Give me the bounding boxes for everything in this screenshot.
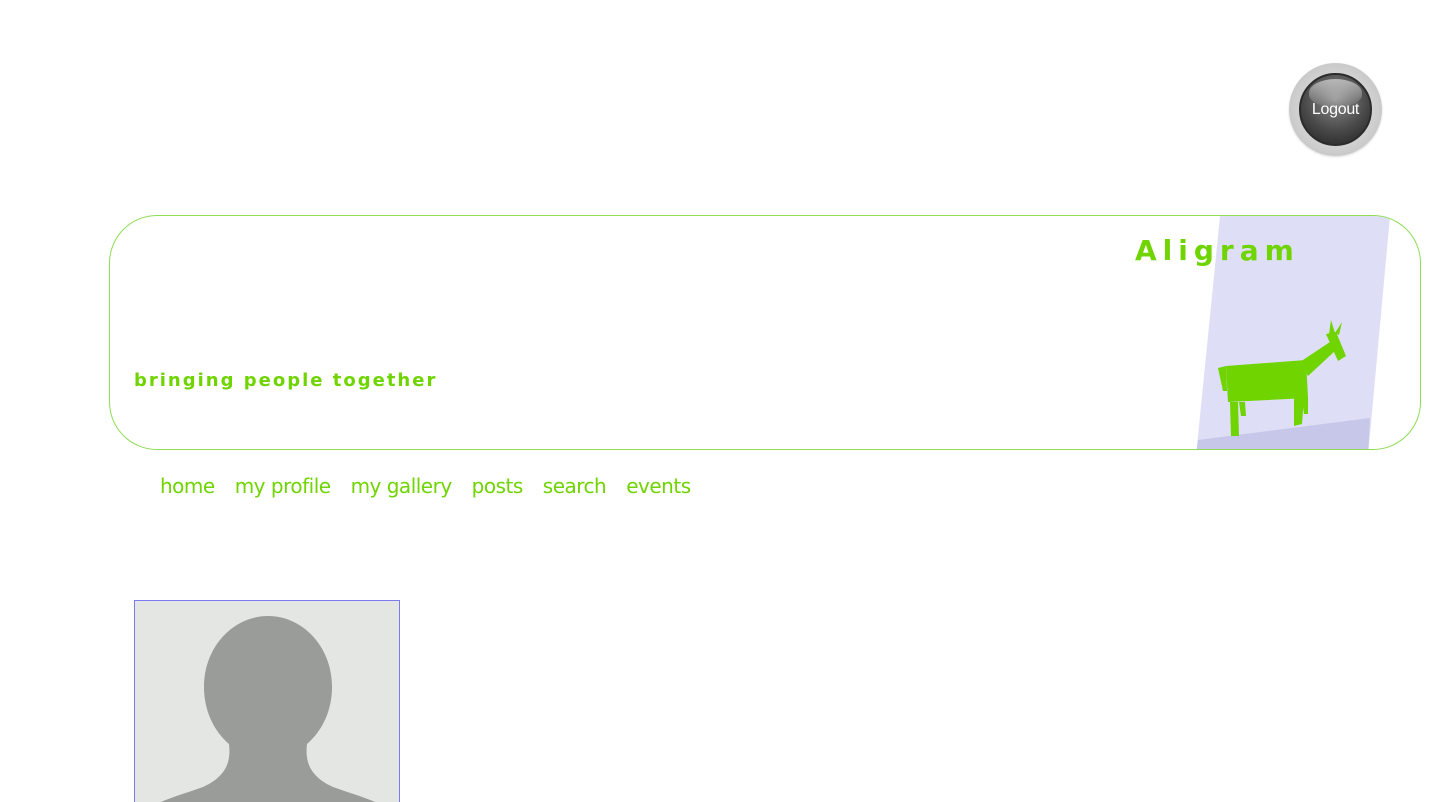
nav-item-my-profile[interactable]: my profile <box>235 474 331 498</box>
nav-item-home[interactable]: home <box>160 474 215 498</box>
nav-item-my-gallery[interactable]: my gallery <box>351 474 453 498</box>
logout-button[interactable]: Logout <box>1289 63 1382 156</box>
logout-label: Logout <box>1311 100 1360 118</box>
nav-item-search[interactable]: search <box>543 474 607 498</box>
site-tagline: bringing people together <box>134 370 438 391</box>
page: Logout Aligram bringing people together … <box>0 0 1440 802</box>
site-banner: Aligram bringing people together <box>109 215 1421 450</box>
profile-avatar <box>134 600 400 802</box>
logout-button-face[interactable]: Logout <box>1299 73 1372 146</box>
default-user-silhouette-icon <box>160 616 376 802</box>
nav-item-events[interactable]: events <box>626 474 691 498</box>
main-nav: home my profile my gallery posts search … <box>160 474 691 498</box>
site-title: Aligram <box>1135 234 1300 267</box>
nav-item-posts[interactable]: posts <box>472 474 524 498</box>
